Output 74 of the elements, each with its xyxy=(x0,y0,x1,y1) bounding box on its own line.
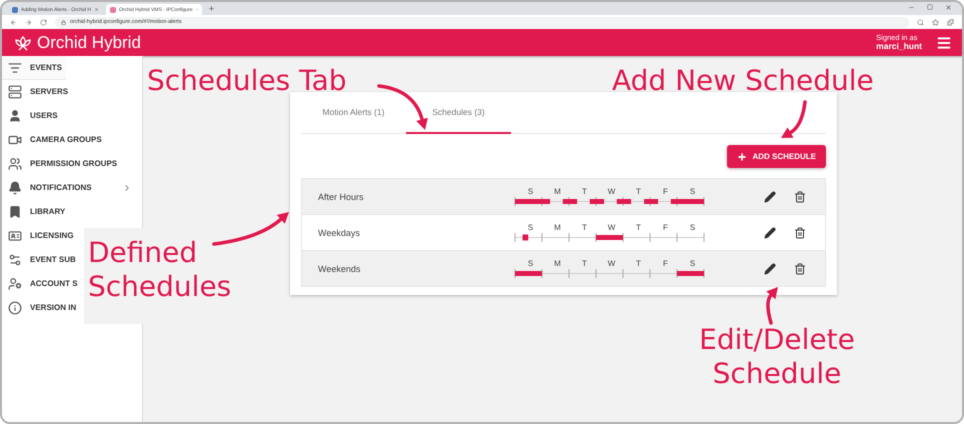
plus-icon xyxy=(737,152,748,162)
list-filter-icon xyxy=(8,60,22,74)
day-label: F xyxy=(662,222,669,232)
puzzle-icon[interactable] xyxy=(947,18,954,26)
search-icon[interactable] xyxy=(917,18,924,26)
callout-text: Add New Schedule xyxy=(612,64,874,98)
day-label: S xyxy=(688,186,696,196)
day-label: T xyxy=(635,258,642,268)
id-card-icon xyxy=(8,228,22,242)
day-label: S xyxy=(526,186,534,196)
maximize-icon[interactable] xyxy=(927,4,933,10)
day-label: T xyxy=(635,186,642,196)
reload-icon[interactable] xyxy=(40,18,47,26)
curved-arrow xyxy=(781,100,807,138)
sliders-icon xyxy=(8,252,22,266)
star-icon[interactable] xyxy=(932,18,939,26)
schedule-name: Weekends xyxy=(317,264,362,274)
edit-icon[interactable] xyxy=(764,262,776,274)
edit-icon[interactable] xyxy=(764,190,776,202)
day-label: W xyxy=(606,258,616,268)
day-label: M xyxy=(553,222,562,232)
forward-icon[interactable] xyxy=(25,18,32,26)
schedule-name: Weekdays xyxy=(317,228,361,238)
sidebar-item[interactable]: LIBRARY xyxy=(2,200,70,224)
day-label: F xyxy=(662,186,669,196)
edit-icon[interactable] xyxy=(764,226,776,238)
curved-arrow xyxy=(766,287,778,325)
sidebar-item[interactable]: PERMISSION GROUPS xyxy=(2,152,122,176)
sidebar-item[interactable]: SERVERS xyxy=(2,80,72,104)
day-label: F xyxy=(662,258,669,268)
add-schedule-button[interactable]: ADD SCHEDULE xyxy=(727,145,826,168)
sidebar-item[interactable]: LICENSING xyxy=(2,224,78,248)
day-label: T xyxy=(635,222,642,232)
delete-icon[interactable] xyxy=(794,190,806,202)
sidebar-item[interactable]: EVENT SUB xyxy=(2,248,80,272)
sidebar-item[interactable]: NOTIFICATIONS xyxy=(2,176,136,200)
day-label: T xyxy=(581,222,588,232)
username: marci_hunt xyxy=(876,42,922,51)
info-icon xyxy=(8,300,22,314)
flower-logo-icon xyxy=(14,34,32,50)
sidebar-item[interactable]: ACCOUNT S xyxy=(2,272,82,296)
day-label: W xyxy=(606,186,616,196)
app-title: Orchid Hybrid xyxy=(37,32,141,52)
menu-icon[interactable] xyxy=(936,34,952,50)
favicon-icon xyxy=(110,6,116,12)
day-label: S xyxy=(526,222,534,232)
new-tab-icon[interactable] xyxy=(208,5,215,12)
delete-icon[interactable] xyxy=(794,226,806,238)
day-label: T xyxy=(581,186,588,196)
bell-icon xyxy=(8,180,22,194)
day-label: T xyxy=(581,258,588,268)
close-icon[interactable] xyxy=(945,4,952,11)
delete-icon[interactable] xyxy=(794,262,806,274)
bookmark-icon xyxy=(8,204,22,218)
sidebar-item[interactable]: USERS xyxy=(2,104,62,128)
user-gear-icon xyxy=(8,276,22,290)
favicon-icon xyxy=(12,6,18,12)
sidebar-item[interactable]: EVENTS xyxy=(2,56,66,80)
day-label: M xyxy=(553,186,562,196)
day-label: W xyxy=(606,222,616,232)
callout-text: Edit/Delete Schedule xyxy=(698,323,856,391)
sidebar-item[interactable]: VERSION IN xyxy=(2,296,80,320)
callout-text: Defined Schedules xyxy=(88,236,232,304)
sidebar-item[interactable]: CAMERA GROUPS xyxy=(2,128,106,152)
back-icon[interactable] xyxy=(10,18,17,26)
schedule-name: After Hours xyxy=(317,192,365,202)
people-icon xyxy=(8,156,22,170)
day-label: S xyxy=(526,258,534,268)
day-label: S xyxy=(688,258,696,268)
user-icon xyxy=(8,108,22,122)
day-label: M xyxy=(553,258,562,268)
lock-icon xyxy=(61,20,66,24)
server-icon xyxy=(8,84,22,98)
day-label: S xyxy=(688,222,696,232)
